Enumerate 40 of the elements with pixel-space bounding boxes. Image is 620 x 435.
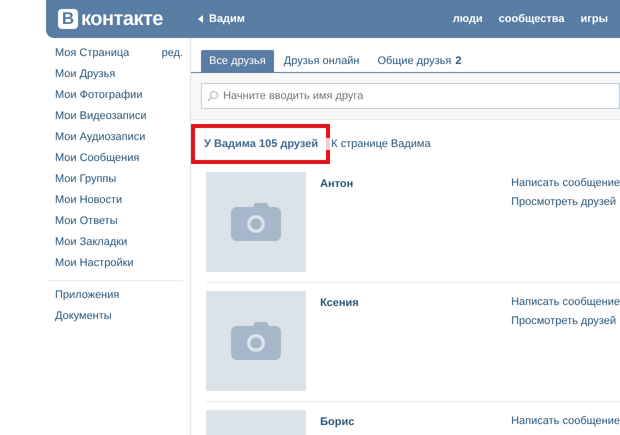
sidebar-link[interactable]: Мои Фотографии [55, 89, 142, 104]
nav-link[interactable]: люди [452, 13, 483, 25]
friend-action-link[interactable]: Написать сообщение [511, 296, 620, 308]
friends-tab[interactable]: Все друзья [201, 50, 274, 72]
sidebar-link[interactable]: Документы [47, 307, 184, 328]
sidebar-link[interactable]: Мои Закладки [55, 236, 128, 251]
camera-icon [231, 203, 282, 241]
friend-action-link[interactable]: Написать сообщение [511, 415, 620, 427]
search-icon [207, 90, 220, 102]
friends-count: У Вадима 105 друзей [191, 124, 330, 164]
friend-action-link[interactable]: Просмотреть друзей [511, 315, 620, 327]
friend-name[interactable]: Ксения [320, 297, 512, 393]
friend-action-link[interactable]: Просмотреть друзей [511, 196, 620, 208]
sidebar-link[interactable]: Мои Настройки [55, 257, 134, 272]
logo-text[interactable]: контакте [81, 8, 163, 30]
back-arrow-icon[interactable] [198, 15, 203, 23]
photo-placeholder[interactable] [206, 291, 306, 391]
sidebar-link[interactable]: Мои Ответы [55, 215, 118, 230]
search-field[interactable]: Начните вводить имя друга [201, 83, 620, 109]
friend-name[interactable]: Борис [320, 416, 512, 435]
sidebar-link[interactable]: Мои Группы [55, 173, 116, 188]
edit-link[interactable]: ред. [162, 47, 184, 62]
friends-tab[interactable]: Друзья онлайн [276, 50, 368, 72]
logo-letter[interactable]: В [58, 9, 78, 29]
profile-link[interactable]: К странице Вадима [330, 138, 431, 150]
camera-icon [231, 322, 282, 360]
sidebar-link[interactable]: Мои Новости [55, 194, 122, 209]
nav-link[interactable]: сообщества [498, 13, 565, 25]
sidebar-link[interactable]: Мои Аудиозаписи [55, 131, 146, 146]
sidebar-link[interactable]: Мои Видеозаписи [55, 110, 147, 125]
back-link[interactable]: Вадим [209, 13, 245, 25]
friend-name[interactable]: Антон [320, 178, 512, 274]
friend-action-link[interactable]: Написать сообщение [511, 177, 620, 189]
nav-link[interactable]: игры [580, 13, 608, 25]
sidebar-link[interactable]: Мои Сообщения [55, 152, 140, 167]
photo-placeholder[interactable] [206, 172, 306, 272]
sidebar-link[interactable]: Мои Друзья [55, 68, 116, 83]
sidebar-link[interactable]: Моя Страница [55, 47, 130, 62]
sidebar-link[interactable]: Приложения [47, 286, 184, 307]
friends-tab[interactable]: Общие друзья 2 [369, 50, 470, 72]
